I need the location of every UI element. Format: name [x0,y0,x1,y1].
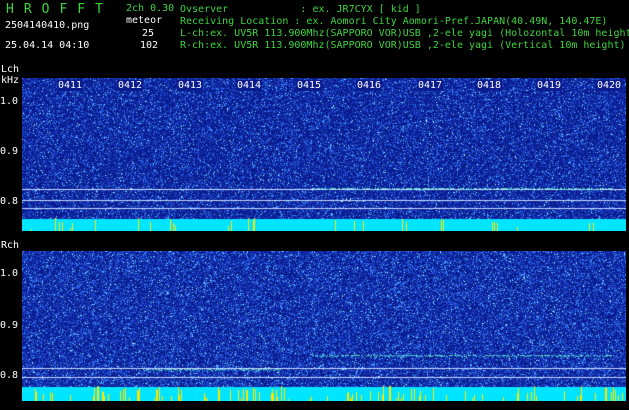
type-label: meteor [126,15,163,26]
time-tick: 0419 [536,80,563,91]
observer-line: Ovserver : ex. JR7CYX [ kid ] [180,4,421,15]
lch-description: L-ch:ex. UV5R 113.900Mhz(SAPPORO VOR)USB… [180,28,629,39]
rch-label: Rch [1,240,20,251]
time-tick: 0420 [596,80,623,91]
lch-y-tick: 0.9 [0,146,19,157]
time-tick: 0411 [57,80,84,91]
lch-y-tick: 1.0 [0,96,19,107]
rch-y-tick: 0.8 [0,370,19,381]
lch-unit: kHz [1,75,20,86]
lch-spectrogram: 0411 0412 0413 0414 0415 0416 0417 0418 … [22,78,626,231]
time-tick: 0416 [356,80,383,91]
rch-spectrogram-canvas [22,251,626,401]
lch-spectrogram-canvas [22,78,626,231]
time-tick: 0415 [296,80,323,91]
rch-count: 102 [140,40,159,51]
rch-y-tick: 0.9 [0,320,19,331]
location-line: Receiving Location : ex. Aomori City Aom… [180,16,608,27]
rch-spectrogram [22,251,626,401]
time-tick: 0412 [117,80,144,91]
time-tick: 0418 [476,80,503,91]
date-time: 25.04.14 04:10 [5,40,90,51]
lch-y-tick: 0.8 [0,196,19,207]
time-tick: 0417 [417,80,444,91]
lch-label: Lch [1,64,20,75]
time-tick: 0414 [236,80,263,91]
rch-y-tick: 1.0 [0,268,19,279]
time-tick: 0413 [177,80,204,91]
rch-description: R-ch:ex. UV5R 113.900Mhz(SAPPORO VOR)USB… [180,40,626,51]
lch-count: 25 [142,28,155,39]
file-name: 2504140410.png [5,20,90,31]
hrofft-window: HROFFT 2ch 0.30 meteor 2504140410.png 25… [0,0,629,410]
mode-label: 2ch 0.30 [126,3,175,14]
app-logo: HROFFT [6,2,113,17]
